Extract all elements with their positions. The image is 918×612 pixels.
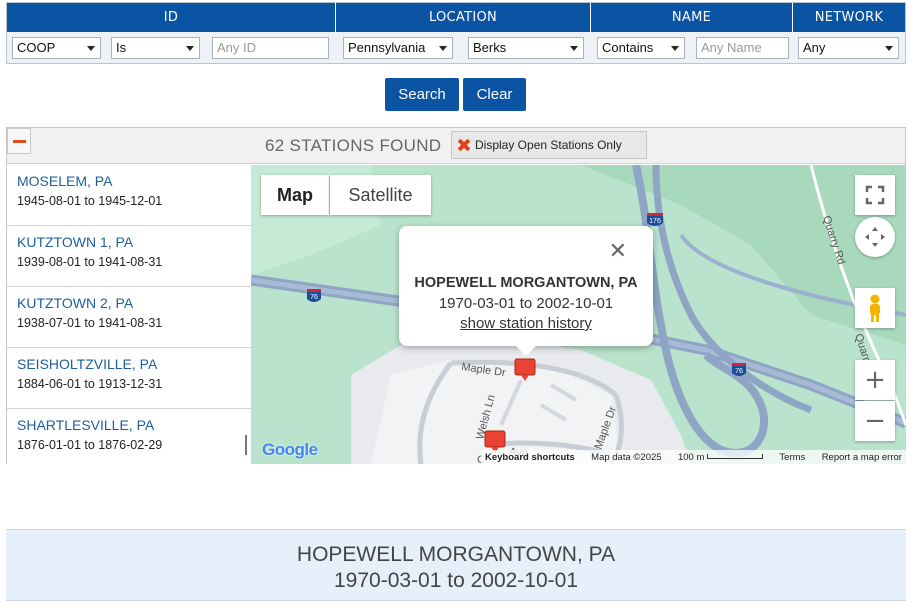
network-select[interactable]: Any — [798, 37, 899, 59]
name-input[interactable]: Any Name — [696, 37, 789, 59]
shield-number: 176 — [649, 218, 661, 225]
clear-button[interactable]: Clear — [463, 78, 526, 111]
state-select-value: Pennsylvania — [348, 40, 426, 55]
chevron-down-icon — [885, 46, 893, 51]
chevron-down-icon — [439, 46, 447, 51]
search-button[interactable]: Search — [385, 78, 459, 111]
map-data-credit: Map data ©2025 — [591, 451, 662, 463]
map-attribution-bar: Keyboard shortcuts Map data ©2025 100 m … — [481, 450, 906, 464]
location-header: LOCATION — [336, 3, 591, 32]
camera-control-glyph — [865, 227, 885, 247]
id-operator-select[interactable]: Is — [111, 37, 200, 59]
interstate-shield-icon: 176 — [647, 213, 663, 226]
chevron-down-icon — [186, 46, 194, 51]
station-name: KUTZTOWN 1, PA — [17, 234, 134, 250]
filter-panel: ID LOCATION NAME NETWORK COOP Is Any ID … — [6, 2, 906, 64]
shield-cap — [307, 289, 321, 292]
network-header: NETWORK — [793, 3, 905, 32]
id-input-placeholder: Any ID — [217, 40, 257, 55]
keyboard-shortcuts-link[interactable]: Keyboard shortcuts — [485, 452, 575, 463]
zoom-in-icon[interactable]: + — [855, 360, 895, 400]
chevron-down-icon — [87, 46, 95, 51]
shield-cap — [647, 213, 663, 216]
county-select-value: Berks — [473, 40, 507, 55]
station-list-item[interactable]: KUTZTOWN 1, PA 1939-08-01 to 1941-08-31 — [7, 226, 251, 287]
open-stations-only-label: Display Open Stations Only — [475, 138, 622, 152]
results-toolbar: 62 STATIONS FOUND Display Open Stations … — [7, 128, 905, 164]
name-operator-select-value: Contains — [602, 40, 654, 55]
station-list-item[interactable]: MOSELEM, PA 1945-08-01 to 1945-12-01 — [7, 165, 251, 226]
marker-body — [484, 430, 506, 448]
filter-header-row: ID LOCATION NAME NETWORK — [7, 3, 905, 32]
map-scale: 100 m — [678, 452, 763, 463]
id-operator-select-value: Is — [116, 40, 127, 55]
map-scale-label: 100 m — [677, 451, 705, 463]
id-network-select[interactable]: COOP — [12, 37, 101, 59]
fullscreen-icon[interactable] — [855, 175, 895, 215]
close-icon[interactable]: ✕ — [609, 238, 627, 264]
station-list-item[interactable]: SHARTLESVILLE, PA 1876-01-01 to 1876-02-… — [7, 409, 251, 464]
fullscreen-glyph — [865, 185, 885, 205]
station-name: SHARTLESVILLE, PA — [17, 417, 155, 433]
collapse-icon[interactable] — [7, 128, 31, 154]
station-list-item[interactable]: SEISHOLTZVILLE, PA 1884-06-01 to 1913-12… — [7, 348, 251, 409]
station-name: KUTZTOWN 2, PA — [17, 295, 134, 311]
station-list: MOSELEM, PA 1945-08-01 to 1945-12-01 KUT… — [7, 165, 251, 464]
terms-link[interactable]: Terms — [779, 452, 805, 463]
selected-station-title: HOPEWELL MORGANTOWN, PA — [296, 543, 616, 566]
interstate-shield-icon: 76 — [732, 363, 746, 376]
station-dates: 1884-06-01 to 1913-12-31 — [17, 377, 163, 391]
show-station-history-link[interactable]: show station history — [399, 315, 653, 332]
google-logo: Google — [262, 440, 318, 459]
station-name: MOSELEM, PA — [17, 173, 113, 189]
station-dates: 1939-08-01 to 1941-08-31 — [17, 255, 163, 269]
open-stations-only-button[interactable]: Display Open Stations Only — [451, 131, 647, 159]
map-view[interactable]: 76 76 176 Maple Dr Welsh Ln Maple Dr C A… — [251, 165, 906, 464]
county-select[interactable]: Berks — [468, 37, 584, 59]
network-select-value: Any — [803, 40, 826, 55]
popup-title: HOPEWELL MORGANTOWN, PA — [414, 275, 638, 291]
close-x-icon — [457, 138, 471, 152]
name-input-placeholder: Any Name — [701, 40, 762, 55]
station-finder-page: { "filters": { "headers": { "id": "ID", … — [0, 0, 918, 612]
map-type-map-button[interactable]: Map — [261, 175, 329, 215]
camera-control-icon[interactable] — [855, 217, 895, 257]
name-operator-select[interactable]: Contains — [597, 37, 685, 59]
station-dates: 1945-08-01 to 1945-12-01 — [17, 194, 163, 208]
pegman-glyph — [870, 294, 880, 322]
state-select[interactable]: Pennsylvania — [343, 37, 453, 59]
selected-station-header: HOPEWELL MORGANTOWN, PA 1970-03-01 to 20… — [6, 529, 906, 601]
shield-number: 76 — [310, 294, 318, 301]
marker-body — [514, 358, 536, 376]
selected-station-dates: 1970-03-01 to 2002-10-01 — [333, 569, 579, 592]
filter-controls-row: COOP Is Any ID Pennsylvania Berks Contai… — [7, 32, 905, 63]
station-dates: 1938-07-01 to 1941-08-31 — [17, 316, 163, 330]
scale-bar — [707, 454, 763, 460]
id-header: ID — [7, 3, 336, 32]
list-scrollbar[interactable] — [245, 435, 247, 455]
zoom-out-icon[interactable]: − — [855, 401, 895, 441]
id-input[interactable]: Any ID — [212, 37, 329, 59]
street-view-pegman-icon[interactable] — [855, 288, 895, 328]
station-name: SEISHOLTZVILLE, PA — [17, 356, 158, 372]
id-network-select-value: COOP — [17, 40, 56, 55]
interstate-shield-icon: 76 — [307, 289, 321, 302]
name-header: NAME — [591, 3, 793, 32]
report-map-error-link[interactable]: Report a map error — [822, 452, 902, 463]
shield-cap — [732, 363, 746, 366]
station-dates: 1876-01-01 to 1876-02-29 — [17, 438, 163, 452]
station-info-popup: ✕ HOPEWELL MORGANTOWN, PA 1970-03-01 to … — [399, 226, 653, 356]
chevron-down-icon — [570, 46, 578, 51]
station-list-item[interactable]: KUTZTOWN 2, PA 1938-07-01 to 1941-08-31 — [7, 287, 251, 348]
stations-found-count: 62 STATIONS FOUND — [265, 136, 442, 155]
shield-number: 76 — [735, 368, 743, 375]
chevron-down-icon — [671, 46, 679, 51]
map-type-satellite-button[interactable]: Satellite — [330, 175, 431, 215]
popup-dates: 1970-03-01 to 2002-10-01 — [438, 295, 614, 312]
results-panel: 62 STATIONS FOUND Display Open Stations … — [6, 127, 906, 464]
